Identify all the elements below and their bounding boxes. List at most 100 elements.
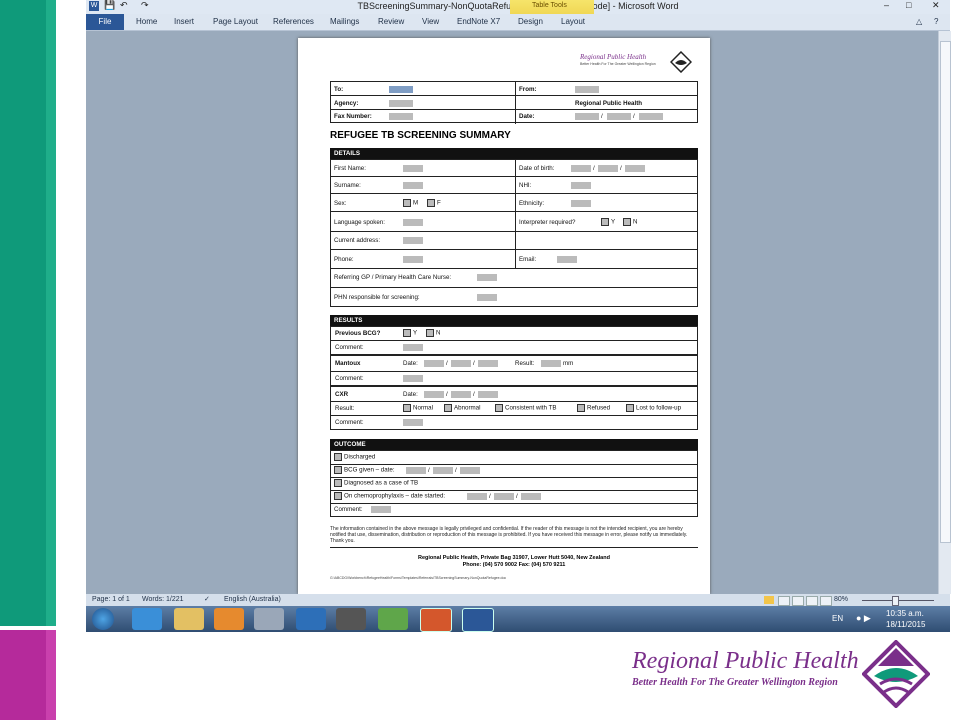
from-field[interactable]: [575, 86, 599, 93]
mantoux-date-year[interactable]: [478, 360, 498, 367]
snipping-tool-icon[interactable]: [254, 608, 284, 630]
tab-design[interactable]: Design: [518, 17, 543, 26]
cxr-date-day[interactable]: [424, 391, 444, 398]
bcg-comment-field[interactable]: [403, 344, 423, 351]
interpreter-n-checkbox[interactable]: [623, 218, 631, 226]
cxr-lost-checkbox[interactable]: [626, 404, 634, 412]
web-layout-icon[interactable]: [792, 596, 804, 606]
diagnosed-checkbox[interactable]: [334, 479, 342, 487]
dob-year[interactable]: [625, 165, 645, 172]
dob-month[interactable]: [598, 165, 618, 172]
cxr-refused-option[interactable]: Refused: [577, 404, 610, 412]
outline-icon[interactable]: [806, 596, 818, 606]
vertical-scrollbar[interactable]: [938, 31, 951, 594]
phn-field[interactable]: [477, 294, 497, 301]
tab-layout[interactable]: Layout: [561, 17, 585, 26]
bcg-y-option[interactable]: Y: [403, 329, 417, 337]
print-layout-icon[interactable]: [764, 596, 774, 604]
chemo-date-year[interactable]: [521, 493, 541, 500]
tab-review[interactable]: Review: [378, 17, 404, 26]
bcg-n-checkbox[interactable]: [426, 329, 434, 337]
sex-f-checkbox[interactable]: [427, 199, 435, 207]
tab-insert[interactable]: Insert: [174, 17, 194, 26]
tab-home[interactable]: Home: [136, 17, 157, 26]
mantoux-result-field[interactable]: [541, 360, 561, 367]
scrollbar-thumb[interactable]: [940, 41, 951, 543]
language-indicator[interactable]: EN: [832, 614, 843, 623]
first-name-field[interactable]: [403, 165, 423, 172]
outcome-comment-field[interactable]: [371, 506, 391, 513]
start-button[interactable]: [92, 608, 114, 630]
nhi-field[interactable]: [571, 182, 591, 189]
language-field[interactable]: [403, 219, 423, 226]
ethnicity-field[interactable]: [571, 200, 591, 207]
outcome-discharged-option[interactable]: Discharged: [334, 453, 375, 461]
tab-view[interactable]: View: [422, 17, 439, 26]
powerpoint-icon[interactable]: [420, 608, 452, 632]
cxr-normal-checkbox[interactable]: [403, 404, 411, 412]
word-taskbar-icon[interactable]: [462, 608, 494, 632]
bcg-given-day[interactable]: [406, 467, 426, 474]
mantoux-date-month[interactable]: [451, 360, 471, 367]
status-language[interactable]: English (Australia): [224, 596, 281, 603]
cxr-date-month[interactable]: [451, 391, 471, 398]
sex-m-checkbox[interactable]: [403, 199, 411, 207]
proofing-icon[interactable]: ✓: [204, 595, 210, 603]
fax-date-day[interactable]: [575, 113, 599, 120]
outcome-bcg-option[interactable]: BCG given – date:: [334, 466, 395, 474]
mantoux-comment-field[interactable]: [403, 375, 423, 382]
chemo-checkbox[interactable]: [334, 492, 342, 500]
cxr-refused-checkbox[interactable]: [577, 404, 585, 412]
chemo-date-day[interactable]: [467, 493, 487, 500]
bcg-n-option[interactable]: N: [426, 329, 440, 337]
internet-explorer-icon[interactable]: [132, 608, 162, 630]
to-field[interactable]: [389, 86, 413, 93]
fax-number-field[interactable]: [389, 113, 413, 120]
close-icon[interactable]: ✕: [932, 0, 940, 11]
outcome-chemo-option[interactable]: On chemoprophylaxis – date started:: [334, 492, 445, 500]
chemo-date-month[interactable]: [494, 493, 514, 500]
cxr-comment-field[interactable]: [403, 419, 423, 426]
full-screen-icon[interactable]: [778, 596, 790, 606]
tab-file[interactable]: File: [86, 14, 124, 30]
help-icon[interactable]: ?: [934, 17, 938, 26]
ribbon-collapse-icon[interactable]: △: [916, 17, 922, 26]
cxr-date-year[interactable]: [478, 391, 498, 398]
gp-field[interactable]: [477, 274, 497, 281]
interpreter-n-option[interactable]: N: [623, 218, 637, 226]
bcg-given-year[interactable]: [460, 467, 480, 474]
cxr-lost-option[interactable]: Lost to follow-up: [626, 404, 681, 412]
bcg-given-month[interactable]: [433, 467, 453, 474]
tab-references[interactable]: References: [273, 17, 314, 26]
bcg-given-checkbox[interactable]: [334, 466, 342, 474]
tab-page-layout[interactable]: Page Layout: [213, 17, 258, 26]
sex-m-option[interactable]: M: [403, 199, 418, 207]
fax-date-year[interactable]: [639, 113, 663, 120]
email-field[interactable]: [557, 256, 577, 263]
draft-icon[interactable]: [820, 596, 832, 606]
cxr-normal-option[interactable]: Normal: [403, 404, 433, 412]
tray-icons[interactable]: ● ▶: [856, 613, 871, 624]
agency-field[interactable]: [389, 100, 413, 107]
address-field[interactable]: [403, 237, 423, 244]
interpreter-y-checkbox[interactable]: [601, 218, 609, 226]
file-explorer-icon[interactable]: [174, 608, 204, 630]
scanner-app-icon[interactable]: [336, 608, 366, 630]
zoom-slider-thumb[interactable]: [892, 596, 899, 606]
outlook-icon[interactable]: [214, 608, 244, 630]
fax-date-month[interactable]: [607, 113, 631, 120]
status-page[interactable]: Page: 1 of 1: [92, 596, 130, 603]
network-app-icon[interactable]: [296, 608, 326, 630]
chart-app-icon[interactable]: [378, 608, 408, 630]
interpreter-y-option[interactable]: Y: [601, 218, 615, 226]
discharged-checkbox[interactable]: [334, 453, 342, 461]
cxr-abnormal-checkbox[interactable]: [444, 404, 452, 412]
cxr-abnormal-option[interactable]: Abnormal: [444, 404, 480, 412]
mantoux-date-day[interactable]: [424, 360, 444, 367]
cxr-consistent-checkbox[interactable]: [495, 404, 503, 412]
dob-day[interactable]: [571, 165, 591, 172]
sex-f-option[interactable]: F: [427, 199, 441, 207]
tab-endnote[interactable]: EndNote X7: [457, 17, 500, 26]
zoom-level[interactable]: 80%: [834, 596, 848, 603]
tab-mailings[interactable]: Mailings: [330, 17, 359, 26]
